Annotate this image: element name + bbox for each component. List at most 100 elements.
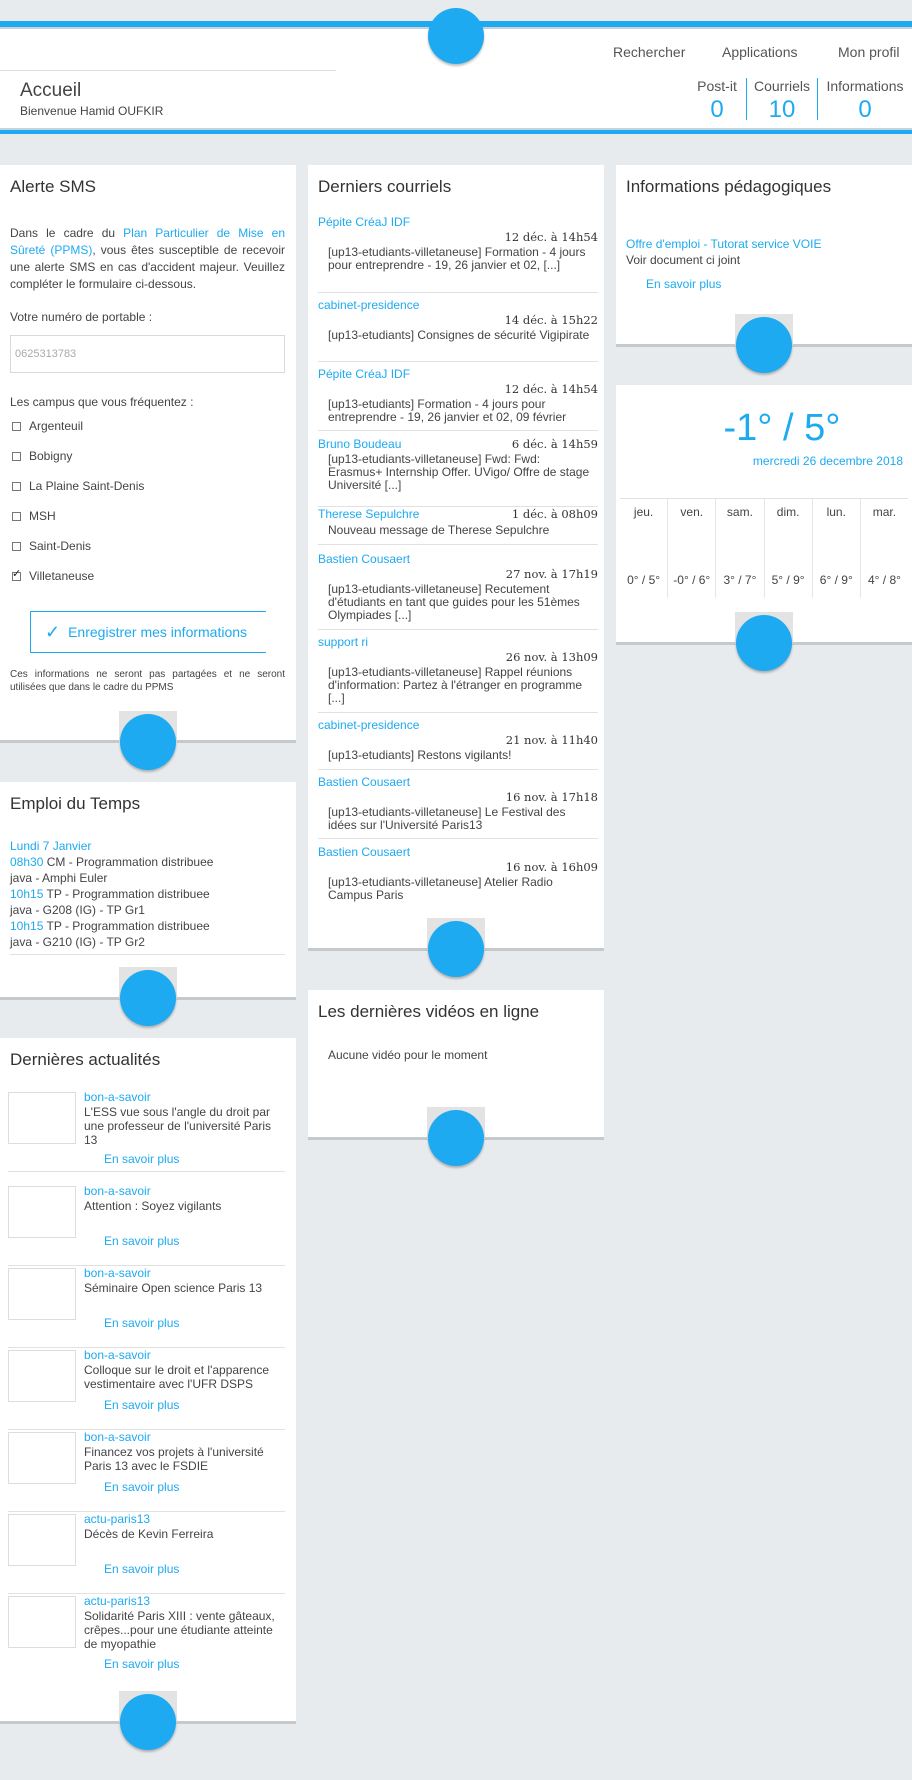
- checkbox[interactable]: [12, 481, 21, 491]
- mail-sender[interactable]: Pépite CréaJ IDF: [318, 215, 410, 229]
- news-item[interactable]: actu-paris13 Décès de Kevin Ferreira En …: [8, 1512, 285, 1594]
- phone-label: Votre numéro de portable :: [10, 310, 153, 324]
- mail-subject: [up13-etudiants-villetaneuse] Recutement…: [328, 582, 580, 622]
- mail-sender[interactable]: Bastien Cousaert: [318, 845, 410, 859]
- panel-handle-button[interactable]: [428, 1110, 484, 1166]
- nav-search[interactable]: Rechercher: [613, 44, 685, 60]
- news-category[interactable]: actu-paris13: [84, 1512, 150, 1526]
- news-category[interactable]: bon-a-savoir: [84, 1266, 151, 1280]
- mail-sender[interactable]: Bruno Boudeau: [318, 437, 401, 451]
- panel-handle-button[interactable]: [736, 317, 792, 373]
- checkbox-checked[interactable]: [12, 567, 21, 581]
- news-more-link[interactable]: En savoir plus: [104, 1398, 179, 1412]
- mail-item[interactable]: cabinet-presidence 14 déc. à 15h22 [up13…: [318, 298, 598, 362]
- mail-sender[interactable]: Pépite CréaJ IDF: [318, 367, 410, 381]
- news-category[interactable]: actu-paris13: [84, 1594, 150, 1608]
- news-panel: Dernières actualités bon-a-savoir L'ESS …: [0, 1038, 296, 1750]
- news-item[interactable]: actu-paris13 Solidarité Paris XIII : ven…: [8, 1594, 285, 1676]
- checkbox[interactable]: [12, 511, 21, 521]
- nav-applications[interactable]: Applications: [722, 44, 798, 60]
- forecast-day-temp: 5° / 9°: [771, 573, 805, 587]
- stat-label: Post-it: [697, 78, 737, 94]
- menu-toggle-button[interactable]: [428, 8, 484, 64]
- stat-courriels[interactable]: Courriels 10: [751, 78, 813, 124]
- panel-title: Emploi du Temps: [10, 794, 141, 813]
- mail-sender[interactable]: Bastien Cousaert: [318, 552, 410, 566]
- save-sms-button[interactable]: ✓ Enregistrer mes informations: [30, 611, 266, 653]
- mail-item[interactable]: Bastien Cousaert 16 nov. à 17h18 [up13-e…: [318, 775, 598, 839]
- campus-option-bobigny[interactable]: Bobigny: [12, 449, 72, 463]
- check-icon: ✓: [45, 621, 61, 642]
- pedago-description: Voir document ci joint: [626, 253, 741, 267]
- news-category[interactable]: bon-a-savoir: [84, 1430, 151, 1444]
- news-more-link[interactable]: En savoir plus: [104, 1152, 179, 1166]
- mail-item[interactable]: support ri 26 nov. à 13h09 [up13-etudian…: [318, 635, 598, 713]
- campus-option-msh[interactable]: MSH: [12, 509, 56, 523]
- panel-handle-button[interactable]: [736, 615, 792, 671]
- schedule-entry[interactable]: 10h15 TP - Programmation distribuee: [10, 886, 213, 902]
- panel-title: Dernières actualités: [10, 1050, 161, 1069]
- stat-informations[interactable]: Informations 0: [822, 78, 908, 124]
- forecast-day-name: dim.: [776, 505, 800, 519]
- mail-sender[interactable]: Therese Sepulchre: [318, 507, 419, 521]
- mail-item[interactable]: Pépite CréaJ IDF 12 déc. à 14h54 [up13-e…: [318, 215, 598, 293]
- campus-name: MSH: [29, 509, 56, 523]
- sms-intro: Dans le cadre du Plan Particulier de Mis…: [10, 225, 285, 293]
- news-category[interactable]: bon-a-savoir: [84, 1348, 151, 1362]
- panel-title: Informations pédagogiques: [626, 177, 832, 196]
- campus-option-saint-denis[interactable]: Saint-Denis: [12, 539, 91, 553]
- mail-date: 16 nov. à 16h09: [505, 860, 598, 874]
- campus-name: Saint-Denis: [29, 539, 92, 553]
- news-category[interactable]: bon-a-savoir: [84, 1184, 151, 1198]
- mail-item[interactable]: Pépite CréaJ IDF 12 déc. à 14h54 [up13-e…: [318, 367, 598, 431]
- news-item[interactable]: bon-a-savoir Financez vos projets à l'un…: [8, 1430, 285, 1512]
- news-thumbnail: [8, 1514, 76, 1566]
- pedago-more-link[interactable]: En savoir plus: [646, 277, 721, 291]
- mail-date: 1 déc. à 08h09: [511, 507, 598, 521]
- mail-sender[interactable]: cabinet-presidence: [318, 718, 419, 732]
- checkbox[interactable]: [12, 421, 21, 431]
- mail-sender[interactable]: Bastien Cousaert: [318, 775, 410, 789]
- mail-subject: [up13-etudiants] Restons vigilants!: [328, 748, 512, 762]
- nav-profile[interactable]: Mon profil: [838, 44, 899, 60]
- mail-item[interactable]: Bastien Cousaert 27 nov. à 17h19 [up13-e…: [318, 552, 598, 630]
- panel-handle-button[interactable]: [120, 714, 176, 770]
- panel-handle-button[interactable]: [428, 921, 484, 977]
- checkbox[interactable]: [12, 541, 21, 551]
- stat-value: 10: [768, 96, 796, 123]
- news-more-link[interactable]: En savoir plus: [104, 1562, 179, 1576]
- panel-handle-button[interactable]: [120, 1694, 176, 1750]
- news-item[interactable]: bon-a-savoir L'ESS vue sous l'angle du d…: [8, 1090, 285, 1172]
- mail-sender[interactable]: cabinet-presidence: [318, 298, 419, 312]
- campus-option-la-plaine[interactable]: La Plaine Saint-Denis: [12, 479, 144, 493]
- news-title: Colloque sur le droit et l'apparence ves…: [84, 1363, 270, 1391]
- schedule-entry[interactable]: 10h15 TP - Programmation distribuee: [10, 918, 213, 934]
- checkbox[interactable]: [12, 451, 21, 461]
- mail-item[interactable]: Bruno Boudeau 6 déc. à 14h59 [up13-etudi…: [318, 437, 598, 507]
- mail-date: 6 déc. à 14h59: [511, 437, 598, 451]
- panel-handle-button[interactable]: [120, 970, 176, 1026]
- mail-item[interactable]: Bastien Cousaert 16 nov. à 16h09 [up13-e…: [318, 845, 598, 909]
- phone-input[interactable]: 0625313783: [10, 335, 285, 373]
- news-more-link[interactable]: En savoir plus: [104, 1234, 179, 1248]
- news-more-link[interactable]: En savoir plus: [104, 1316, 179, 1330]
- mail-item[interactable]: cabinet-presidence 21 nov. à 11h40 [up13…: [318, 718, 598, 770]
- news-item[interactable]: bon-a-savoir Attention : Soyez vigilants…: [8, 1184, 285, 1266]
- news-more-link[interactable]: En savoir plus: [104, 1480, 179, 1494]
- videos-empty-text: Aucune vidéo pour le moment: [328, 1048, 488, 1062]
- campus-option-argenteuil[interactable]: Argenteuil: [12, 419, 83, 433]
- mail-sender[interactable]: support ri: [318, 635, 368, 649]
- news-category[interactable]: bon-a-savoir: [84, 1090, 151, 1104]
- forecast-day-name: jeu.: [633, 505, 654, 519]
- news-more-link[interactable]: En savoir plus: [104, 1657, 179, 1671]
- news-item[interactable]: bon-a-savoir Séminaire Open science Pari…: [8, 1266, 285, 1348]
- news-item[interactable]: bon-a-savoir Colloque sur le droit et l'…: [8, 1348, 285, 1430]
- pedago-link[interactable]: Offre d'emploi - Tutorat service VOIE: [626, 237, 821, 251]
- schedule-entry[interactable]: 08h30 CM - Programmation distribuee: [10, 854, 213, 870]
- mails-panel: Derniers courriels Pépite CréaJ IDF 12 d…: [308, 165, 604, 977]
- forecast-day: sam. 3° / 7°: [716, 499, 765, 598]
- stat-postit[interactable]: Post-it 0: [692, 78, 742, 124]
- mail-subject: [up13-etudiants-villetaneuse] Fwd: Fwd: …: [328, 452, 590, 492]
- mail-item[interactable]: Therese Sepulchre 1 déc. à 08h09 Nouveau…: [318, 507, 598, 545]
- campus-option-villetaneuse[interactable]: Villetaneuse: [12, 567, 94, 583]
